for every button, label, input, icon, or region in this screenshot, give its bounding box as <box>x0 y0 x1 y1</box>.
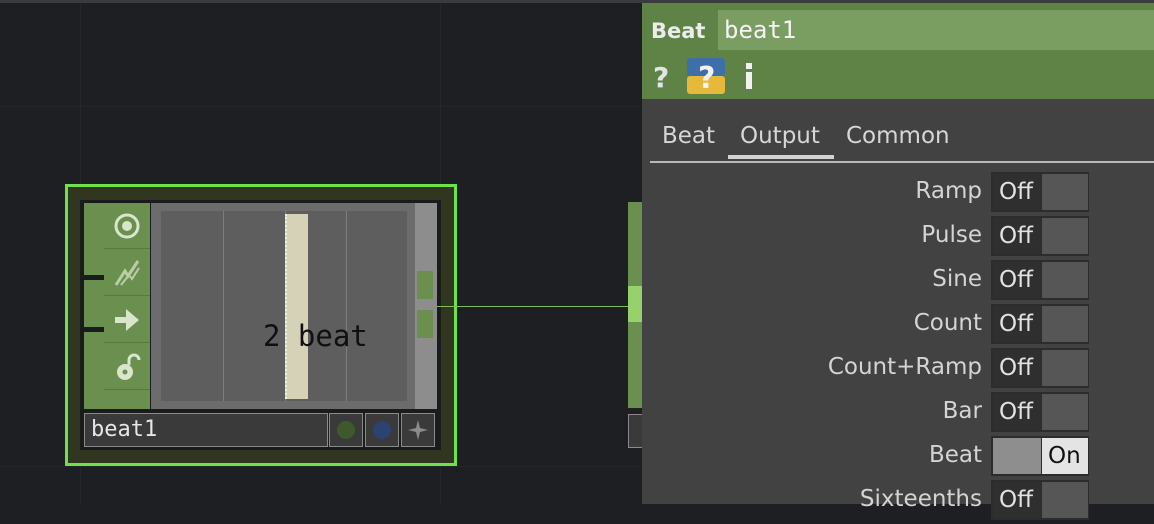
param-label: Sixteenths <box>859 486 982 512</box>
beat-divider <box>223 211 224 401</box>
param-label: Bar <box>942 398 982 424</box>
param-toggle[interactable]: Off <box>991 392 1089 432</box>
cook-icon[interactable] <box>104 250 150 296</box>
param-row-count-ramp: Count+Ramp Off <box>642 348 1154 392</box>
param-toggle[interactable]: Off <box>991 216 1089 256</box>
tab-output[interactable]: Output <box>740 123 820 149</box>
toggle-value: Off <box>993 394 1041 430</box>
node-name-label[interactable]: beat1 <box>84 413 328 447</box>
toggle-value: Off <box>993 174 1041 210</box>
param-toggle[interactable]: Off <box>991 260 1089 300</box>
param-row-count: Count Off <box>642 304 1154 348</box>
param-toggle[interactable]: Off <box>991 172 1089 212</box>
toggle-value: Off <box>993 482 1041 518</box>
input-connector[interactable] <box>84 275 104 280</box>
toggle-track <box>1042 306 1088 342</box>
connected-node-input[interactable] <box>628 286 642 322</box>
toggle-track <box>1042 350 1088 386</box>
parameter-header: Beat beat1 ? ? <box>642 3 1154 99</box>
param-label: Count <box>913 310 982 336</box>
param-toggle[interactable]: Off <box>991 348 1089 388</box>
grid-line <box>0 106 642 107</box>
connected-node-name[interactable] <box>628 414 642 448</box>
toggle-track <box>1042 174 1088 210</box>
param-row-sine: Sine Off <box>642 260 1154 304</box>
viewer-toggle-icon[interactable] <box>104 203 150 249</box>
display-flag-icon[interactable] <box>365 413 399 447</box>
current-beat-indicator <box>285 214 308 399</box>
param-row-pulse: Pulse Off <box>642 216 1154 260</box>
grid-line <box>0 466 642 467</box>
output-connector[interactable] <box>417 310 433 338</box>
active-tab-indicator <box>728 155 834 159</box>
param-label: Count+Ramp <box>827 354 982 380</box>
svg-text:?: ? <box>698 61 715 94</box>
toggle-track <box>1042 482 1088 518</box>
connection-wire[interactable] <box>437 306 630 307</box>
param-row-bar: Bar Off <box>642 392 1154 436</box>
parameter-panel: Beat beat1 ? ? Beat Output Common Ramp Of… <box>642 3 1154 520</box>
param-label: Ramp <box>915 178 982 204</box>
param-row-sixteenths: Sixteenths Off <box>642 480 1154 524</box>
beat-display: 2 beat <box>161 211 407 401</box>
toggle-value: Off <box>993 218 1041 254</box>
export-icon[interactable] <box>104 297 150 343</box>
beat-readout: 2 beat <box>263 319 368 353</box>
output-connector[interactable] <box>417 271 433 299</box>
tab-common[interactable]: Common <box>846 123 950 149</box>
python-help-icon[interactable]: ? <box>687 58 725 94</box>
param-toggle[interactable]: On <box>991 436 1089 476</box>
tab-beat[interactable]: Beat <box>662 123 715 149</box>
node-input-strip <box>84 203 104 409</box>
toggle-value: Off <box>993 306 1041 342</box>
bypass-flag-icon[interactable] <box>329 413 363 447</box>
help-icon[interactable]: ? <box>650 58 674 94</box>
toggle-value: Off <box>993 262 1041 298</box>
parameter-tabs: Beat Output Common <box>650 119 1154 163</box>
param-label: Beat <box>928 442 982 468</box>
param-row-ramp: Ramp Off <box>642 172 1154 216</box>
operator-name-field[interactable]: beat1 <box>718 10 1154 50</box>
svg-text:?: ? <box>653 61 669 91</box>
param-label: Pulse <box>921 222 982 248</box>
toggle-value: Off <box>993 350 1041 386</box>
input-connector[interactable] <box>84 327 104 332</box>
node-output-strip <box>415 203 437 409</box>
beat-divider <box>346 211 347 401</box>
info-icon[interactable] <box>740 58 758 94</box>
toggle-value: On <box>1042 438 1088 474</box>
toggle-track <box>1042 218 1088 254</box>
node-viewer[interactable]: 2 beat <box>151 203 415 409</box>
node-icon-column <box>104 203 150 409</box>
param-toggle[interactable]: Off <box>991 304 1089 344</box>
toggle-track <box>993 438 1041 474</box>
operator-type: Beat <box>651 19 706 43</box>
param-toggle[interactable]: Off <box>991 480 1089 520</box>
pin-icon[interactable] <box>401 413 435 447</box>
lock-icon[interactable] <box>104 344 150 390</box>
param-label: Sine <box>932 266 982 292</box>
toggle-track <box>1042 262 1088 298</box>
toggle-track <box>1042 394 1088 430</box>
param-row-beat: Beat On <box>642 436 1154 480</box>
